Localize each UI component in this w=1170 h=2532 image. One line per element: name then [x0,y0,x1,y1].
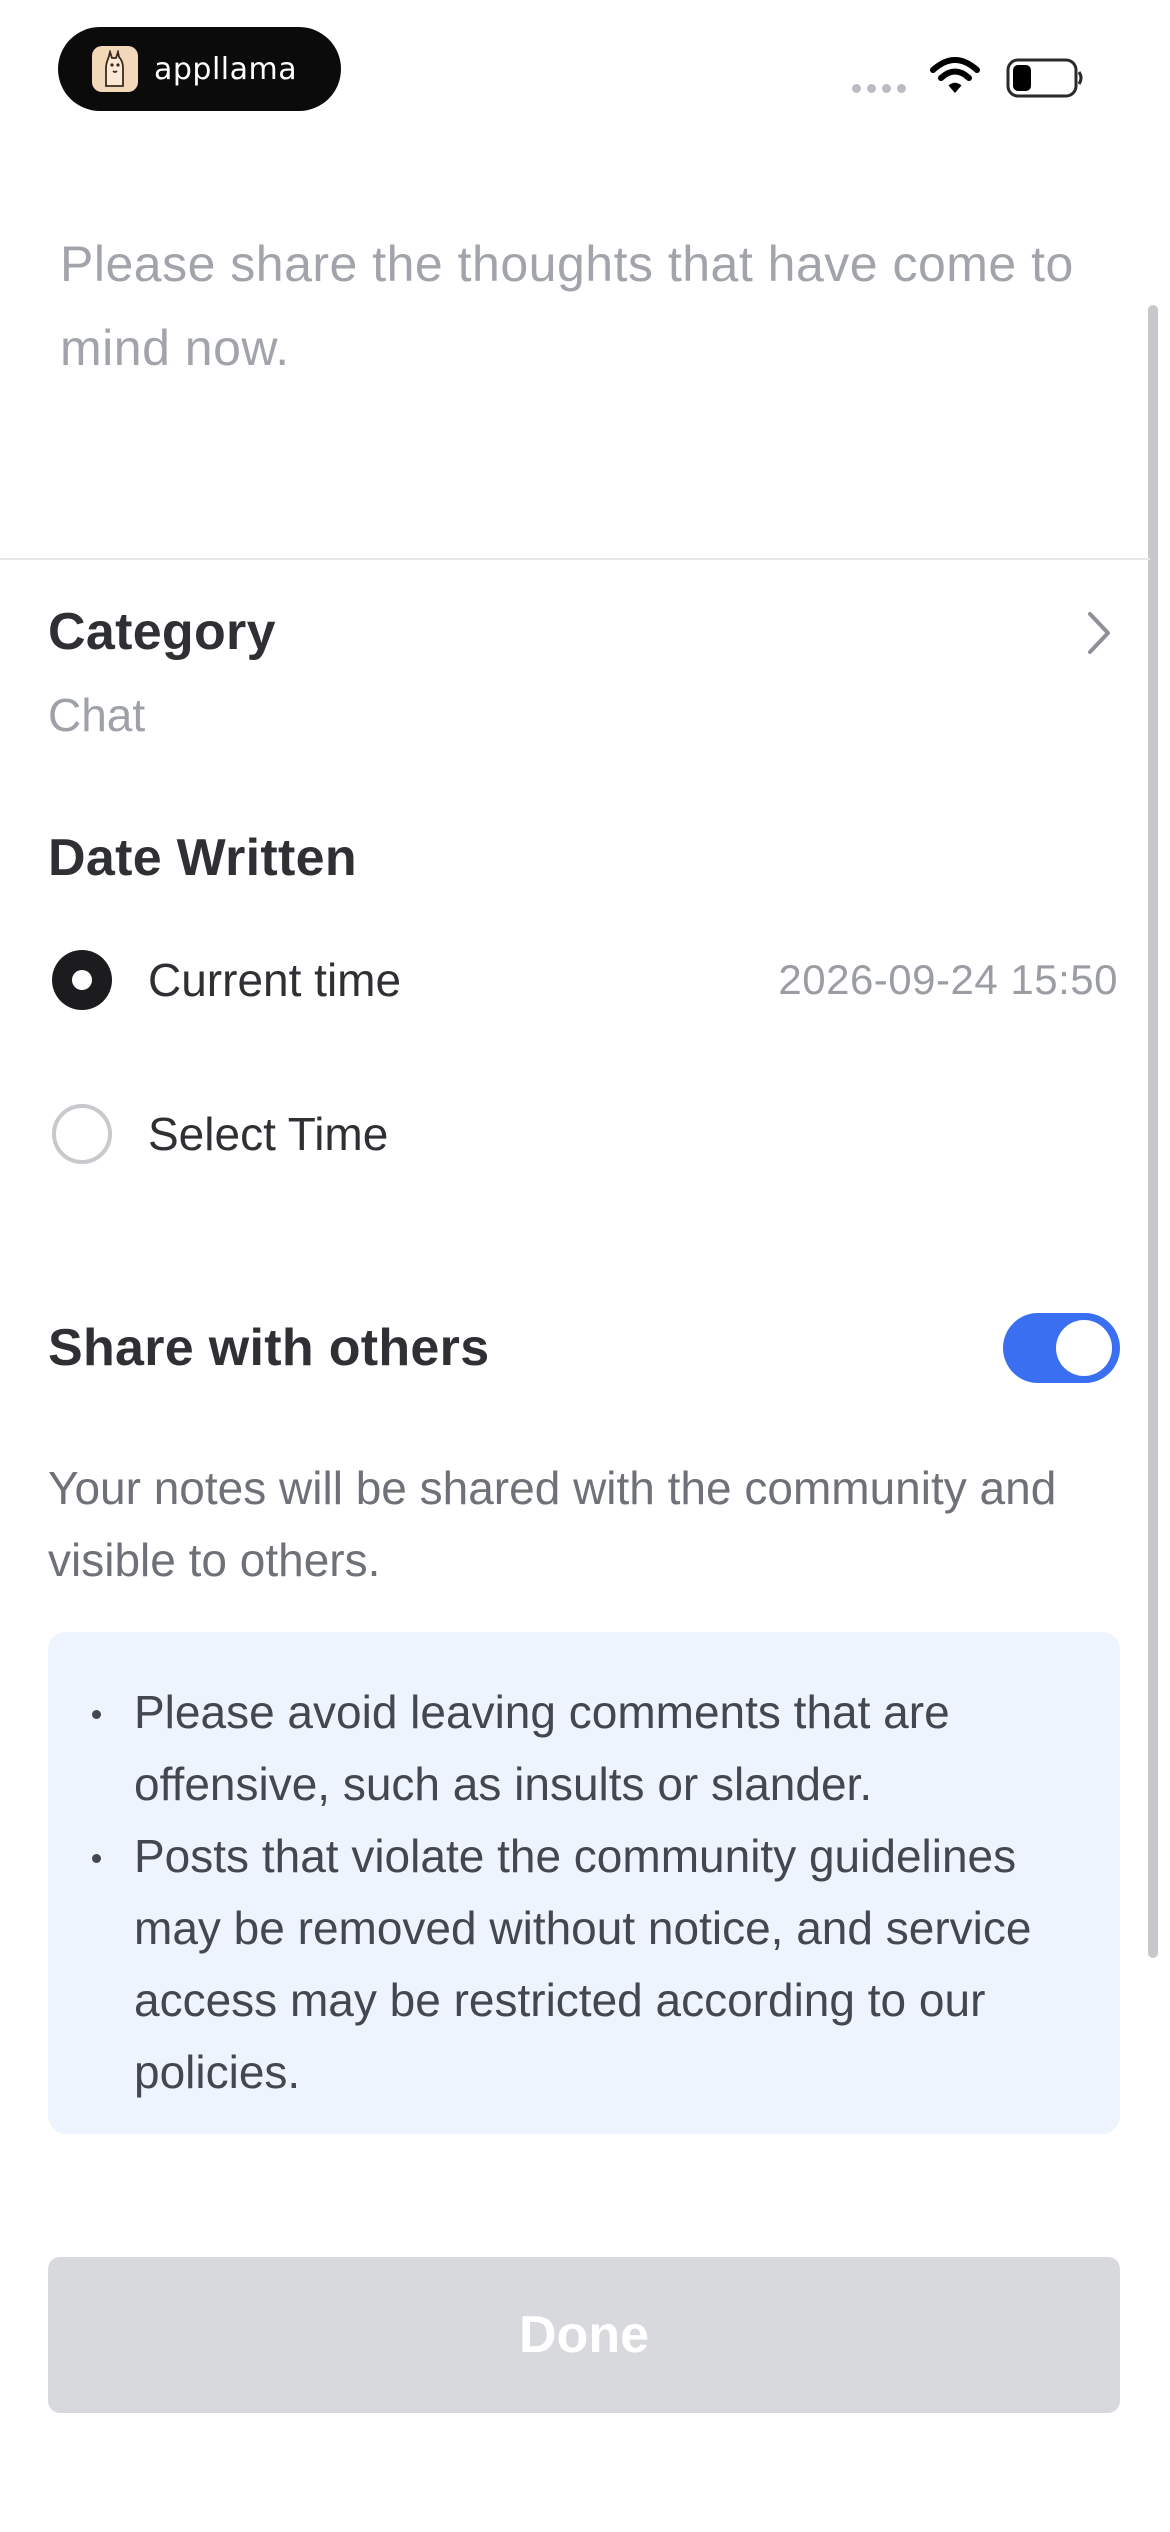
category-value: Chat [48,689,146,741]
current-time-option[interactable]: Current time 2026-09-24 15:50 [52,940,1118,1020]
scrollbar[interactable] [1148,305,1158,1958]
signal-icon [852,84,906,93]
done-button[interactable]: Done [48,2257,1120,2413]
brand-logo-icon [92,46,138,92]
write-note-screen: appllama Category Chat [0,0,1170,2532]
select-time-option[interactable]: Select Time [52,1094,1118,1174]
chevron-right-icon [1078,608,1118,663]
share-toggle[interactable] [1003,1313,1120,1383]
brand-pill: appllama [58,27,341,111]
guideline-item: Please avoid leaving comments that are o… [86,1676,1080,1820]
note-input[interactable] [60,222,1090,522]
share-description: Your notes will be shared with the commu… [48,1462,1057,1586]
guideline-item: Posts that violate the community guideli… [86,1820,1080,2108]
category-title: Category [48,603,276,661]
select-time-label: Select Time [148,1108,389,1160]
current-time-value: 2026-09-24 15:50 [778,956,1118,1003]
share-title: Share with others [48,1319,490,1377]
wifi-icon [930,56,980,101]
category-selector[interactable]: Category Chat [48,590,1118,760]
guidelines-box: Please avoid leaving comments that are o… [48,1632,1120,2134]
status-bar: appllama [0,0,1170,140]
current-time-label: Current time [148,954,402,1006]
radio-selected[interactable] [52,950,112,1010]
divider [0,558,1150,560]
battery-icon [1006,58,1084,103]
radio-unselected[interactable] [52,1104,112,1164]
date-written-title: Date Written [48,829,357,887]
toggle-knob [1056,1320,1112,1376]
brand-name: appllama [154,51,298,87]
